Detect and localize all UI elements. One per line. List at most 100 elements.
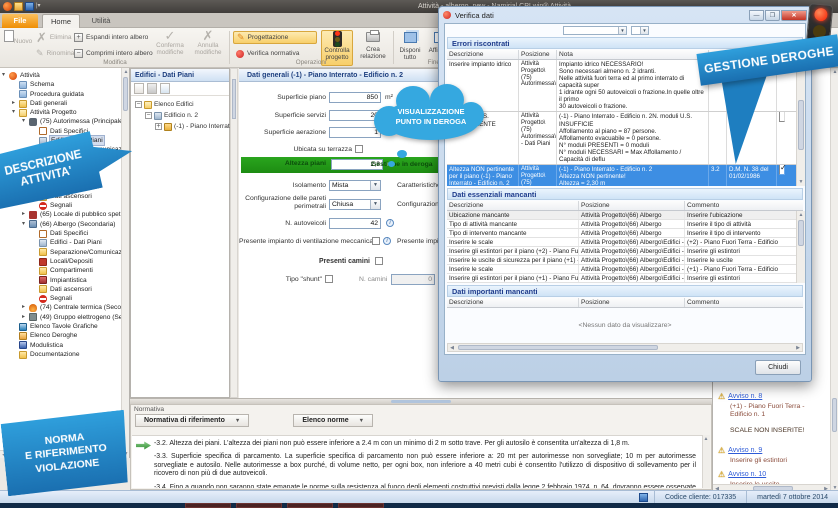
- chevron-down-icon[interactable]: ▼: [618, 27, 626, 34]
- tree-expander-icon[interactable]: ▸: [12, 99, 19, 108]
- col-descrizione[interactable]: Descrizione: [447, 50, 519, 59]
- avviso-item[interactable]: ⚠Avviso n. 10: [718, 470, 824, 479]
- tree-expander-icon[interactable]: ▾: [22, 220, 29, 229]
- tree-item[interactable]: Dati ascensori: [0, 285, 121, 294]
- dialog-horizontal-scrollbar[interactable]: ◀▶: [447, 343, 803, 352]
- essenziale-row[interactable]: Inserire le uscite di sicurezza per il p…: [447, 256, 803, 265]
- tree-item[interactable]: Compartimenti: [0, 266, 121, 275]
- tree-item[interactable]: Schema: [0, 80, 121, 89]
- tree-item[interactable]: ▸ Dati generali: [0, 99, 121, 108]
- tree-item[interactable]: Segnali: [0, 294, 121, 303]
- chiudi-button[interactable]: Chiudi: [755, 360, 801, 375]
- filter-combo[interactable]: ▼: [563, 26, 627, 35]
- tree-item[interactable]: Procedura guidata: [0, 90, 121, 99]
- tree-vertical-scrollbar[interactable]: ▲▼: [121, 68, 129, 458]
- progettazione-button[interactable]: ✎Progettazione: [233, 31, 317, 44]
- tree-item[interactable]: Dati Specifici: [0, 229, 121, 238]
- config-pareti-select[interactable]: Chiusa▼: [329, 199, 381, 210]
- col-nota[interactable]: Nota: [557, 50, 709, 59]
- essenziali-scrollbar[interactable]: ▲: [796, 211, 805, 283]
- ventilazione-checkbox[interactable]: [372, 237, 380, 245]
- errors-scrollbar[interactable]: ▼: [796, 60, 805, 186]
- normativa-riferimento-button[interactable]: Normativa di riferimento▼: [135, 414, 249, 427]
- tree-expander-icon[interactable]: ▾: [12, 108, 19, 117]
- tab-file[interactable]: File: [2, 14, 38, 28]
- presenti-camini-checkbox[interactable]: [375, 257, 383, 265]
- tab-home[interactable]: Home: [42, 14, 80, 28]
- essenziale-row[interactable]: Ubicazione mancante Attività Progetto\(6…: [447, 211, 803, 220]
- avviso-link[interactable]: Avviso n. 9: [728, 447, 762, 454]
- tree-item[interactable]: ▾ (75) Autorimessa (Principale): [0, 117, 121, 126]
- tree-item[interactable]: Locali/Depositi: [0, 257, 121, 266]
- filter-combo-small[interactable]: ▼: [631, 26, 649, 35]
- essenziale-row[interactable]: Inserire le scale Attività Progetto\(66)…: [447, 265, 803, 274]
- superficie-aerazione-input[interactable]: [329, 127, 381, 138]
- n-camini-input[interactable]: [391, 274, 435, 285]
- isolamento-select[interactable]: Mista▼: [329, 180, 381, 191]
- col-descrizione[interactable]: Descrizione: [447, 201, 579, 210]
- tipo-shunt-checkbox[interactable]: [325, 275, 333, 283]
- essenziale-row[interactable]: Tipo di attività mancante Attività Proge…: [447, 220, 803, 229]
- col-posizione[interactable]: Posizione: [579, 201, 685, 210]
- tree-item[interactable]: ▸ (65) Locale di pubblico spet: [0, 210, 121, 219]
- essenziale-row[interactable]: Inserire le scale Attività Progetto\(66)…: [447, 238, 803, 247]
- edifici-expander-icon[interactable]: −: [145, 112, 152, 119]
- superficie-piano-input[interactable]: [329, 92, 381, 103]
- n-autoveicoli-input[interactable]: [329, 218, 381, 229]
- elenco-norme-button[interactable]: Elenco norme▼: [293, 414, 373, 427]
- tree-item[interactable]: ▾ Attività Progetto: [0, 108, 121, 117]
- tree-item[interactable]: Edifici - Dati Piani: [0, 238, 121, 247]
- edifici-expander-icon[interactable]: −: [135, 101, 142, 108]
- save-icon[interactable]: [25, 2, 34, 11]
- tree-item[interactable]: ▸ (74) Centrale termica (Secondaria): [0, 303, 121, 312]
- taskbar-button[interactable]: [338, 503, 384, 508]
- info-icon[interactable]: i: [386, 219, 394, 227]
- tree-item[interactable]: ▾ Attività: [0, 71, 121, 80]
- chevron-down-icon[interactable]: ▼: [640, 27, 648, 34]
- tree-expander-icon[interactable]: ▾: [2, 71, 9, 80]
- chevron-down-icon[interactable]: ▼: [370, 200, 380, 209]
- error-row[interactable]: Altezza NON pertinente per il piano (-1)…: [447, 165, 803, 186]
- avviso-link[interactable]: Avviso n. 8: [728, 393, 762, 400]
- essenziale-row[interactable]: Inserire gli estintori per il piano (+2)…: [447, 247, 803, 256]
- ubicata-terrazza-checkbox[interactable]: [355, 145, 363, 153]
- avviso-link[interactable]: Avviso n. 10: [728, 471, 766, 478]
- panel-vertical-scrollbar[interactable]: [230, 68, 238, 398]
- deroga-checkbox[interactable]: [779, 165, 785, 175]
- tree-expander-icon[interactable]: ▸: [22, 313, 29, 322]
- tree-expander-icon[interactable]: ▾: [22, 117, 29, 126]
- maximize-icon[interactable]: ❐: [765, 10, 780, 21]
- minimize-icon[interactable]: —: [749, 10, 764, 21]
- info-icon[interactable]: i: [383, 237, 391, 245]
- tree-item[interactable]: ▾ (66) Albergo (Secondaria): [0, 220, 121, 229]
- tree-item[interactable]: Elenco Tavole Grafiche: [0, 322, 121, 331]
- avviso-item[interactable]: ⚠Avviso n. 8: [718, 392, 824, 401]
- tree-item[interactable]: ▸ (49) Gruppo elettrogeno (Secondaria): [0, 313, 121, 322]
- essenziale-row[interactable]: Tipo di intervento mancante Attività Pro…: [447, 229, 803, 238]
- avvisi-vertical-scrollbar[interactable]: ▲▼: [830, 68, 838, 492]
- edifici-tree-item[interactable]: + (-1) - Piano Interrato: [133, 121, 229, 132]
- new-item-icon[interactable]: [134, 83, 144, 94]
- delete-item-icon[interactable]: [147, 83, 157, 94]
- splitter-grip[interactable]: [391, 400, 451, 403]
- edifici-expander-icon[interactable]: +: [155, 123, 162, 130]
- open-file-icon[interactable]: [14, 2, 23, 11]
- col-descrizione[interactable]: Descrizione: [447, 298, 579, 307]
- tree-item[interactable]: Elenco Deroghe: [0, 331, 121, 340]
- delete-button[interactable]: ✗Elimina: [36, 31, 72, 44]
- taskbar-button[interactable]: [287, 503, 333, 508]
- deroga-checkbox[interactable]: [779, 112, 785, 122]
- edit-item-icon[interactable]: [160, 83, 170, 94]
- dialog-titlebar[interactable]: Verifica dati — ❐ ✕: [439, 7, 811, 23]
- edifici-tree-item[interactable]: − Elenco Edifici: [133, 99, 229, 110]
- col-posizione[interactable]: Posizione: [519, 50, 557, 59]
- normativa-scrollbar[interactable]: ▲: [702, 435, 710, 488]
- chevron-down-icon[interactable]: ▼: [370, 181, 380, 190]
- tree-item[interactable]: Impiantistica: [0, 276, 121, 285]
- col-posizione[interactable]: Posizione: [579, 298, 685, 307]
- taskbar-button[interactable]: [236, 503, 282, 508]
- col-commento[interactable]: Commento: [685, 298, 800, 307]
- quick-access-caret-icon[interactable]: |▾: [36, 2, 41, 11]
- expand-tree-button[interactable]: +Espandi intero albero: [74, 31, 148, 44]
- tree-expander-icon[interactable]: ▸: [22, 303, 29, 312]
